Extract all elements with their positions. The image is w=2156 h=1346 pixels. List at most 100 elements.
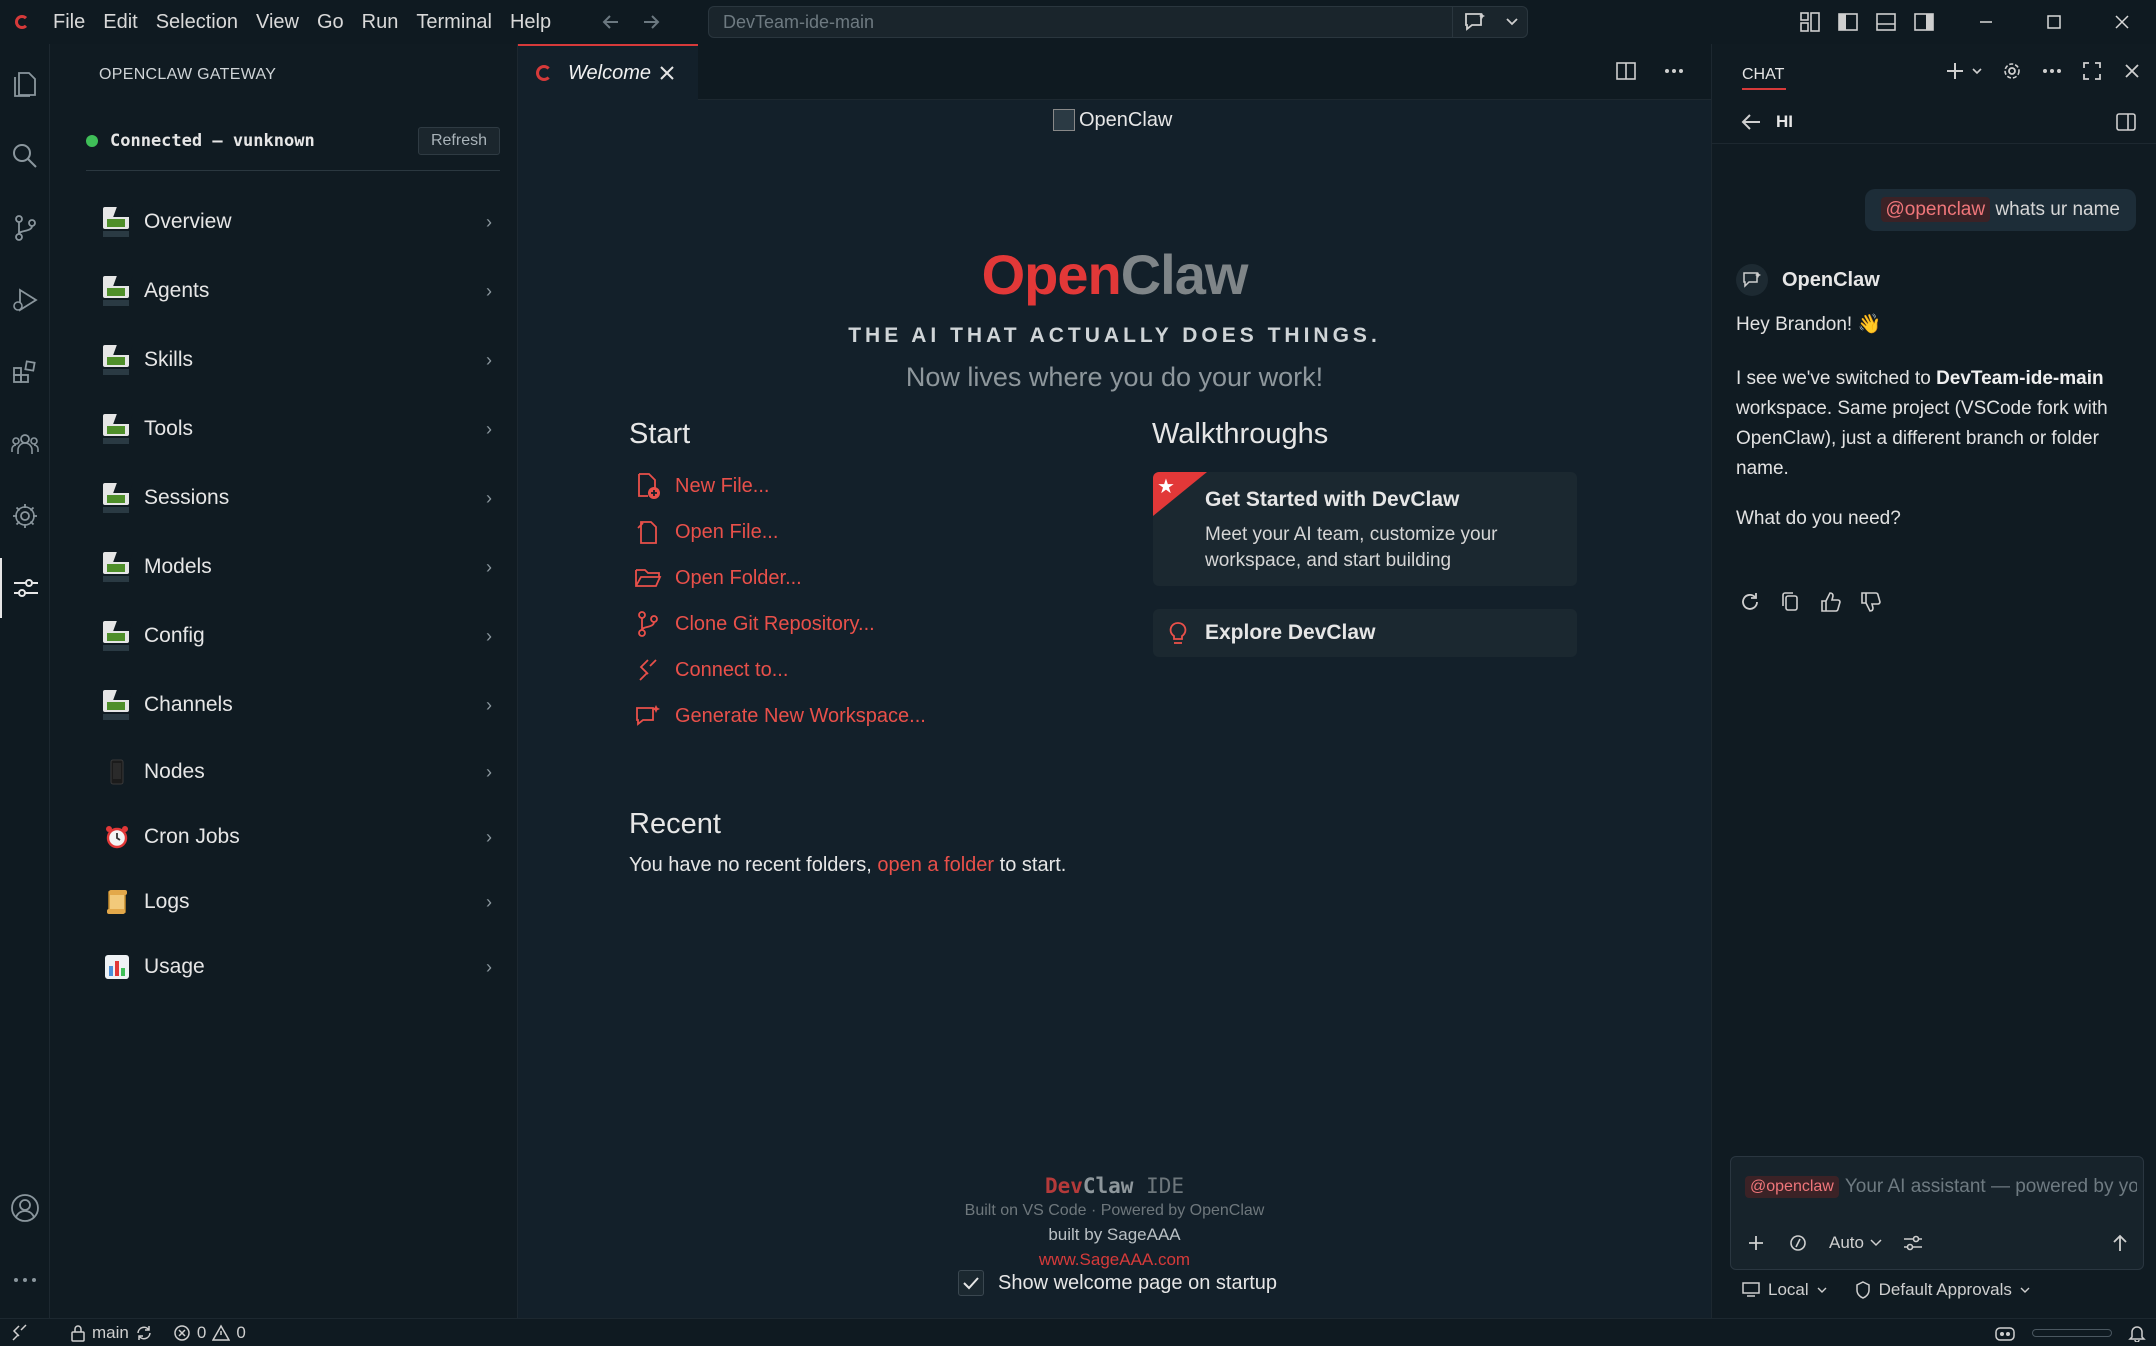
broken-image-icon (100, 481, 134, 515)
problems-indicator[interactable]: 0 0 (163, 1319, 256, 1346)
walkthrough-get-started[interactable]: ★ Get Started with DevClaw Meet your AI … (1153, 472, 1577, 586)
extensions-icon[interactable] (0, 342, 50, 402)
menu-selection[interactable]: Selection (147, 0, 247, 44)
menu-edit[interactable]: Edit (94, 0, 146, 44)
sidebar-item-models[interactable]: Models › (86, 539, 512, 595)
back-arrow-icon[interactable] (600, 11, 626, 33)
copy-icon[interactable] (1776, 588, 1804, 616)
explorer-icon[interactable] (0, 54, 50, 114)
account-icon[interactable] (0, 1178, 50, 1238)
branch-indicator[interactable]: main (60, 1319, 163, 1346)
maximize-icon[interactable] (2020, 0, 2088, 44)
sidebar-item-usage[interactable]: Usage › (86, 939, 512, 995)
toggle-panel-icon[interactable] (1872, 8, 1900, 36)
sidebar-item-tools[interactable]: Tools › (86, 401, 512, 457)
menu-go[interactable]: Go (308, 0, 353, 44)
sidebar-item-overview[interactable]: Overview › (86, 194, 512, 250)
more-actions-icon[interactable] (1659, 56, 1689, 86)
back-arrow-icon[interactable] (1740, 112, 1764, 132)
editor-area: Welcome OpenClaw OpenClaw THE AI THAT AC… (518, 44, 1711, 1318)
open-folder-link[interactable]: Open Folder... (633, 561, 802, 595)
checkmark-icon[interactable] (958, 1270, 984, 1296)
run-debug-icon[interactable] (0, 270, 50, 330)
add-context-icon[interactable] (1741, 1228, 1771, 1258)
chat-input-field[interactable]: @openclaw Your AI assistant — powered by… (1745, 1171, 2137, 1203)
monitor-icon (1742, 1282, 1760, 1297)
toggle-primary-sidebar-icon[interactable] (1834, 8, 1862, 36)
retry-icon[interactable] (1736, 588, 1764, 616)
chat-toggle-icon[interactable] (1453, 7, 1497, 37)
brand-claw: Claw (1082, 1174, 1134, 1198)
walkthrough-explore[interactable]: Explore DevClaw (1153, 609, 1577, 657)
toggle-sessions-icon[interactable] (2111, 107, 2141, 137)
open-file-link[interactable]: Open File... (633, 515, 778, 549)
sidebar-item-agents[interactable]: Agents › (86, 263, 512, 319)
command-center[interactable]: DevTeam-ide-main (708, 6, 1528, 38)
close-tab-icon[interactable] (658, 64, 698, 82)
close-window-icon[interactable] (2088, 0, 2156, 44)
divider (86, 170, 500, 171)
clone-git-repository-link[interactable]: Clone Git Repository... (633, 607, 875, 641)
thumbs-down-icon[interactable] (1856, 588, 1884, 616)
alarm-clock-icon (100, 820, 134, 854)
configure-icon[interactable] (1898, 1228, 1928, 1258)
tools-icon[interactable] (1783, 1228, 1813, 1258)
notifications-bell-icon[interactable] (2128, 1324, 2146, 1342)
tab-welcome[interactable]: Welcome (518, 44, 698, 100)
open-folder-inline-link[interactable]: open a folder (877, 854, 994, 876)
menu-file[interactable]: File (44, 0, 94, 44)
tab-chat[interactable]: CHAT (1742, 66, 1784, 84)
more-icon[interactable] (2037, 56, 2067, 86)
sidebar-item-channels[interactable]: Channels › (86, 677, 512, 733)
target-dropdown[interactable]: Local (1742, 1280, 1827, 1300)
sidebar-item-logs[interactable]: Logs › (86, 874, 512, 930)
menu-run[interactable]: Run (353, 0, 408, 44)
recent-empty-message: You have no recent folders, open a folde… (629, 854, 1066, 877)
new-chat-icon[interactable] (1943, 56, 1987, 86)
search-icon[interactable] (0, 126, 50, 186)
sync-icon[interactable] (135, 1324, 153, 1342)
forward-arrow-icon[interactable] (640, 11, 666, 33)
usage-meter[interactable] (2032, 1329, 2112, 1337)
team-icon[interactable] (0, 414, 50, 474)
sidebar-item-skills[interactable]: Skills › (86, 332, 512, 388)
approvals-dropdown[interactable]: Default Approvals (1855, 1280, 2030, 1300)
chevron-down-icon[interactable] (1497, 7, 1527, 37)
new-file-link[interactable]: New File... (633, 469, 769, 503)
mode-dropdown[interactable]: Auto (1829, 1233, 1882, 1253)
phone-icon (100, 755, 134, 789)
chat-input-box[interactable]: @openclaw Your AI assistant — powered by… (1730, 1156, 2144, 1270)
generate-new-workspace-link[interactable]: Generate New Workspace... (633, 699, 926, 733)
menu-view[interactable]: View (247, 0, 308, 44)
sidebar-item-sessions[interactable]: Sessions › (86, 470, 512, 526)
maximize-panel-icon[interactable] (2077, 56, 2107, 86)
customize-layout-icon[interactable] (1796, 8, 1824, 36)
toggle-secondary-sidebar-icon[interactable] (1910, 8, 1938, 36)
sidebar-item-cron-jobs[interactable]: Cron Jobs › (86, 809, 512, 865)
sidebar-item-label: Agents (144, 279, 210, 302)
send-icon[interactable] (2105, 1228, 2135, 1258)
footer-built-on: Built on VS Code · Powered by OpenClaw (964, 1202, 1265, 1219)
minimize-icon[interactable] (1952, 0, 2020, 44)
openclaw-gateway-icon[interactable] (0, 558, 50, 618)
thumbs-up-icon[interactable] (1816, 588, 1844, 616)
source-control-icon[interactable] (0, 198, 50, 258)
refresh-button[interactable]: Refresh (417, 127, 500, 155)
split-editor-icon[interactable] (1611, 56, 1641, 86)
sidebar-item-nodes[interactable]: Nodes › (86, 744, 512, 800)
chat-input-placeholder: Your AI assistant — powered by your (1844, 1176, 2137, 1197)
chat-settings-gear-icon[interactable] (1997, 56, 2027, 86)
menu-terminal[interactable]: Terminal (407, 0, 501, 44)
settings-gear-icon[interactable] (0, 486, 50, 546)
close-panel-icon[interactable] (2117, 56, 2147, 86)
footer-url-link[interactable]: www.SageAAA.com (518, 1250, 1711, 1270)
copilot-icon[interactable] (1994, 1324, 2016, 1342)
show-on-startup-label: Show welcome page on startup (998, 1271, 1278, 1294)
connect-to-link[interactable]: Connect to... (633, 653, 788, 687)
more-icon[interactable] (0, 1250, 50, 1310)
remote-indicator[interactable] (0, 1319, 38, 1346)
menu-help[interactable]: Help (501, 0, 560, 44)
show-on-startup-checkbox[interactable]: Show welcome page on startup (958, 1270, 1277, 1296)
sidebar-item-config[interactable]: Config › (86, 608, 512, 664)
assistant-text-after: workspace. Same project (VSCode fork wit… (1736, 398, 2108, 479)
